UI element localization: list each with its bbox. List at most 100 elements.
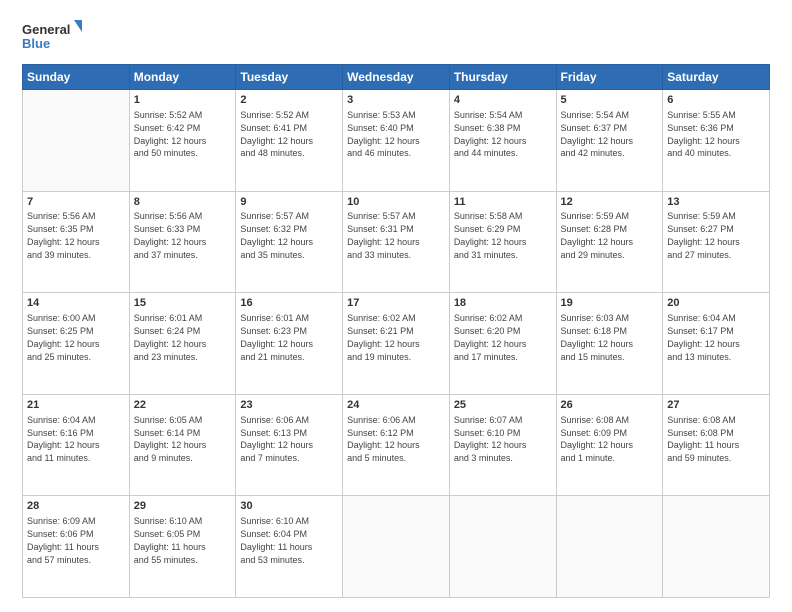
calendar-cell: 1 Sunrise: 5:52 AM Sunset: 6:42 PM Daylig… (129, 90, 236, 192)
week-row-4: 21 Sunrise: 6:04 AM Sunset: 6:16 PM Dayli… (23, 394, 770, 496)
day-number: 20 (667, 296, 765, 311)
day-info: Sunrise: 5:56 AM Sunset: 6:33 PM Dayligh… (134, 211, 207, 260)
day-info: Sunrise: 6:09 AM Sunset: 6:06 PM Dayligh… (27, 516, 99, 565)
day-info: Sunrise: 5:56 AM Sunset: 6:35 PM Dayligh… (27, 211, 100, 260)
week-row-1: 1 Sunrise: 5:52 AM Sunset: 6:42 PM Daylig… (23, 90, 770, 192)
calendar-cell (343, 496, 450, 598)
day-number: 11 (454, 195, 552, 210)
day-info: Sunrise: 5:57 AM Sunset: 6:32 PM Dayligh… (240, 211, 313, 260)
calendar-cell: 6 Sunrise: 5:55 AM Sunset: 6:36 PM Daylig… (663, 90, 770, 192)
calendar-cell: 14Sunrise: 6:00 AM Sunset: 6:25 PM Dayli… (23, 293, 130, 395)
page: General Blue SundayMondayTuesdayWednesda… (0, 0, 792, 612)
day-info: Sunrise: 5:54 AM Sunset: 6:37 PM Dayligh… (561, 110, 634, 159)
day-info: Sunrise: 5:52 AM Sunset: 6:42 PM Dayligh… (134, 110, 207, 159)
day-number: 13 (667, 195, 765, 210)
days-header-row: SundayMondayTuesdayWednesdayThursdayFrid… (23, 65, 770, 90)
day-number: 29 (134, 499, 232, 514)
day-info: Sunrise: 6:01 AM Sunset: 6:23 PM Dayligh… (240, 313, 313, 362)
week-row-3: 14Sunrise: 6:00 AM Sunset: 6:25 PM Dayli… (23, 293, 770, 395)
calendar-cell: 15 Sunrise: 6:01 AM Sunset: 6:24 PM Dayli… (129, 293, 236, 395)
day-number: 15 (134, 296, 232, 311)
day-number: 10 (347, 195, 445, 210)
day-info: Sunrise: 6:01 AM Sunset: 6:24 PM Dayligh… (134, 313, 207, 362)
day-number: 18 (454, 296, 552, 311)
day-number: 12 (561, 195, 659, 210)
day-number: 17 (347, 296, 445, 311)
day-number: 4 (454, 93, 552, 108)
calendar-cell: 3Sunrise: 5:53 AM Sunset: 6:40 PM Daylig… (343, 90, 450, 192)
calendar-cell: 5Sunrise: 5:54 AM Sunset: 6:37 PM Daylig… (556, 90, 663, 192)
day-info: Sunrise: 5:52 AM Sunset: 6:41 PM Dayligh… (240, 110, 313, 159)
day-number: 8 (134, 195, 232, 210)
day-number: 6 (667, 93, 765, 108)
week-row-5: 28 Sunrise: 6:09 AM Sunset: 6:06 PM Dayli… (23, 496, 770, 598)
logo-svg: General Blue (22, 18, 82, 58)
day-header-tuesday: Tuesday (236, 65, 343, 90)
day-info: Sunrise: 6:10 AM Sunset: 6:05 PM Dayligh… (134, 516, 206, 565)
calendar-cell: 8Sunrise: 5:56 AM Sunset: 6:33 PM Daylig… (129, 191, 236, 293)
day-info: Sunrise: 5:59 AM Sunset: 6:27 PM Dayligh… (667, 211, 740, 260)
day-number: 16 (240, 296, 338, 311)
logo: General Blue (22, 18, 82, 58)
calendar-cell (449, 496, 556, 598)
day-info: Sunrise: 5:59 AM Sunset: 6:28 PM Dayligh… (561, 211, 634, 260)
calendar-cell (663, 496, 770, 598)
day-number: 22 (134, 398, 232, 413)
day-number: 9 (240, 195, 338, 210)
day-info: Sunrise: 6:05 AM Sunset: 6:14 PM Dayligh… (134, 415, 207, 464)
calendar-cell: 23 Sunrise: 6:06 AM Sunset: 6:13 PM Dayli… (236, 394, 343, 496)
day-info: Sunrise: 6:04 AM Sunset: 6:16 PM Dayligh… (27, 415, 100, 464)
calendar-cell: 4 Sunrise: 5:54 AM Sunset: 6:38 PM Daylig… (449, 90, 556, 192)
day-info: Sunrise: 6:08 AM Sunset: 6:09 PM Dayligh… (561, 415, 634, 464)
day-number: 1 (134, 93, 232, 108)
calendar-cell: 7Sunrise: 5:56 AM Sunset: 6:35 PM Daylig… (23, 191, 130, 293)
day-header-wednesday: Wednesday (343, 65, 450, 90)
day-info: Sunrise: 5:54 AM Sunset: 6:38 PM Dayligh… (454, 110, 527, 159)
day-number: 21 (27, 398, 125, 413)
calendar-cell: 19Sunrise: 6:03 AM Sunset: 6:18 PM Dayli… (556, 293, 663, 395)
day-info: Sunrise: 6:08 AM Sunset: 6:08 PM Dayligh… (667, 415, 739, 464)
day-info: Sunrise: 6:02 AM Sunset: 6:20 PM Dayligh… (454, 313, 527, 362)
calendar-cell: 22 Sunrise: 6:05 AM Sunset: 6:14 PM Dayli… (129, 394, 236, 496)
day-header-saturday: Saturday (663, 65, 770, 90)
day-info: Sunrise: 6:06 AM Sunset: 6:13 PM Dayligh… (240, 415, 313, 464)
calendar-cell: 30Sunrise: 6:10 AM Sunset: 6:04 PM Dayli… (236, 496, 343, 598)
day-info: Sunrise: 6:02 AM Sunset: 6:21 PM Dayligh… (347, 313, 420, 362)
calendar-cell: 13Sunrise: 5:59 AM Sunset: 6:27 PM Dayli… (663, 191, 770, 293)
svg-text:Blue: Blue (22, 36, 50, 51)
calendar-cell: 24Sunrise: 6:06 AM Sunset: 6:12 PM Dayli… (343, 394, 450, 496)
day-number: 27 (667, 398, 765, 413)
header: General Blue (22, 18, 770, 58)
day-header-thursday: Thursday (449, 65, 556, 90)
day-number: 3 (347, 93, 445, 108)
calendar-cell: 17 Sunrise: 6:02 AM Sunset: 6:21 PM Dayli… (343, 293, 450, 395)
day-info: Sunrise: 6:10 AM Sunset: 6:04 PM Dayligh… (240, 516, 312, 565)
day-number: 26 (561, 398, 659, 413)
day-number: 14 (27, 296, 125, 311)
day-info: Sunrise: 5:57 AM Sunset: 6:31 PM Dayligh… (347, 211, 420, 260)
week-row-2: 7Sunrise: 5:56 AM Sunset: 6:35 PM Daylig… (23, 191, 770, 293)
day-header-friday: Friday (556, 65, 663, 90)
day-number: 24 (347, 398, 445, 413)
day-header-monday: Monday (129, 65, 236, 90)
calendar-cell: 11Sunrise: 5:58 AM Sunset: 6:29 PM Dayli… (449, 191, 556, 293)
day-info: Sunrise: 6:04 AM Sunset: 6:17 PM Dayligh… (667, 313, 740, 362)
calendar-cell: 10Sunrise: 5:57 AM Sunset: 6:31 PM Dayli… (343, 191, 450, 293)
day-info: Sunrise: 5:55 AM Sunset: 6:36 PM Dayligh… (667, 110, 740, 159)
calendar-cell: 28 Sunrise: 6:09 AM Sunset: 6:06 PM Dayli… (23, 496, 130, 598)
calendar-cell: 26 Sunrise: 6:08 AM Sunset: 6:09 PM Dayli… (556, 394, 663, 496)
calendar-cell: 25 Sunrise: 6:07 AM Sunset: 6:10 PM Dayli… (449, 394, 556, 496)
calendar-cell: 12Sunrise: 5:59 AM Sunset: 6:28 PM Dayli… (556, 191, 663, 293)
calendar-cell: 18 Sunrise: 6:02 AM Sunset: 6:20 PM Dayli… (449, 293, 556, 395)
day-header-sunday: Sunday (23, 65, 130, 90)
svg-text:General: General (22, 22, 70, 37)
day-info: Sunrise: 6:07 AM Sunset: 6:10 PM Dayligh… (454, 415, 527, 464)
day-number: 23 (240, 398, 338, 413)
calendar-cell: 16 Sunrise: 6:01 AM Sunset: 6:23 PM Dayli… (236, 293, 343, 395)
calendar-cell: 21 Sunrise: 6:04 AM Sunset: 6:16 PM Dayli… (23, 394, 130, 496)
calendar-cell (556, 496, 663, 598)
day-info: Sunrise: 6:03 AM Sunset: 6:18 PM Dayligh… (561, 313, 634, 362)
day-number: 7 (27, 195, 125, 210)
day-number: 25 (454, 398, 552, 413)
day-number: 28 (27, 499, 125, 514)
